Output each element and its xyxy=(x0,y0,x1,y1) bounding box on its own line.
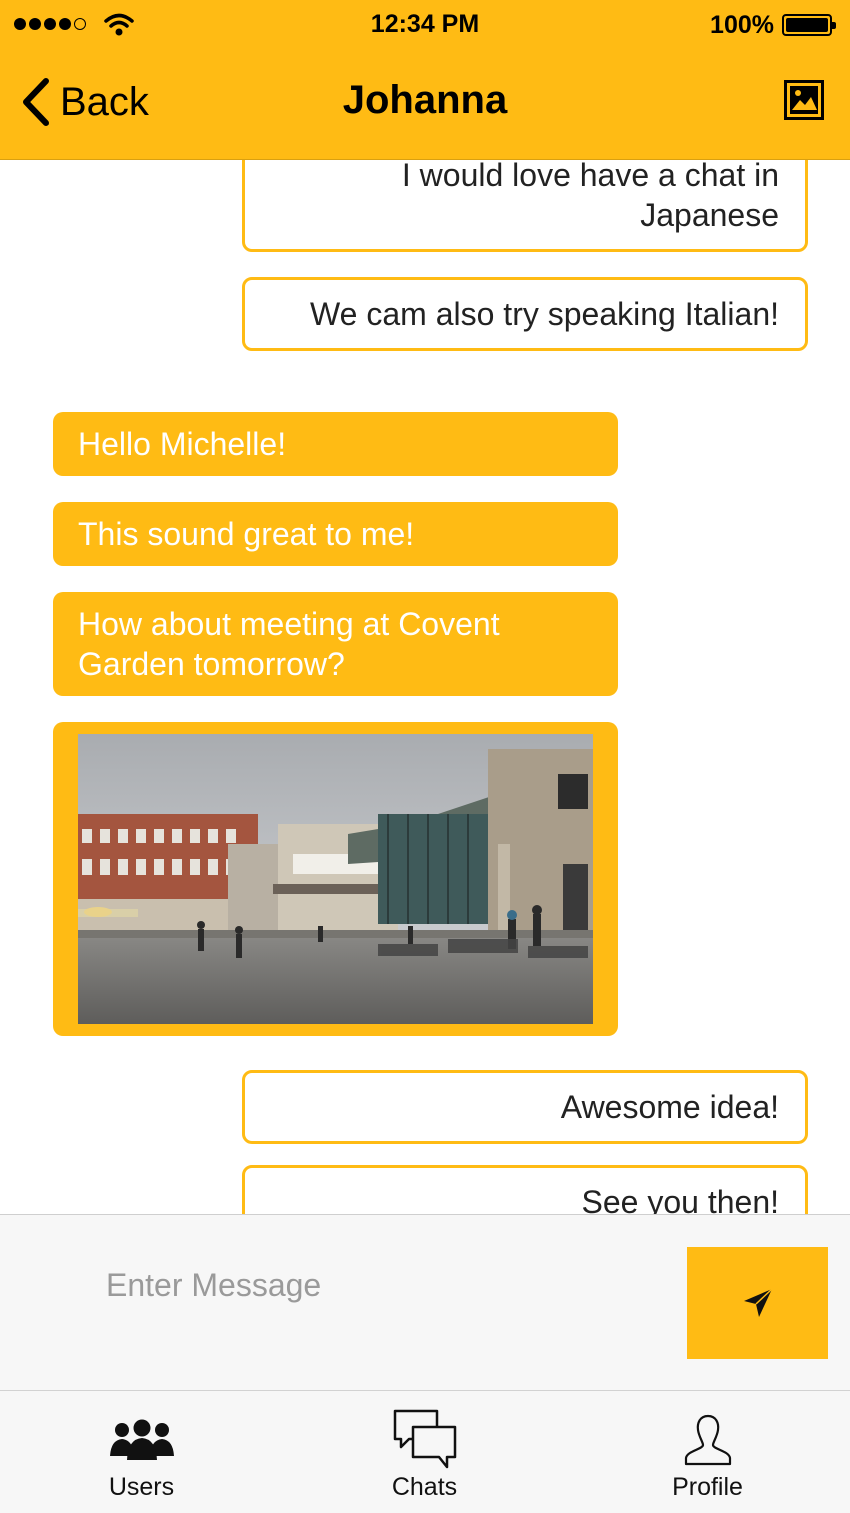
message-bubble-incoming: Hello Michelle! xyxy=(53,412,618,476)
image-icon xyxy=(784,80,824,120)
back-button[interactable]: Back xyxy=(20,74,149,130)
message-text: See you then! xyxy=(581,1184,779,1214)
message-bubble-outgoing: We cam also try speaking Italian! xyxy=(242,277,808,351)
tab-label: Users xyxy=(108,1473,175,1501)
message-bubble-incoming: This sound great to me! xyxy=(53,502,618,566)
chats-icon xyxy=(393,1409,456,1469)
send-button[interactable] xyxy=(687,1247,828,1359)
message-text: I would love have a chat in Japanese xyxy=(401,160,779,233)
status-bar: 12:34 PM 100% xyxy=(0,0,850,52)
tab-profile[interactable]: Profile xyxy=(566,1391,849,1513)
message-text: This sound great to me! xyxy=(78,516,415,552)
message-bubble-image[interactable] xyxy=(53,722,618,1036)
message-photo[interactable] xyxy=(78,734,593,1024)
chat-screen: 12:34 PM 100% Back Johanna I would love … xyxy=(0,0,850,1513)
tab-label: Chats xyxy=(391,1473,458,1501)
header: 12:34 PM 100% Back Johanna xyxy=(0,0,850,160)
message-list[interactable]: I would love have a chat in Japanese We … xyxy=(0,160,850,1214)
tab-bar: Users Chats Profile xyxy=(0,1390,850,1513)
profile-icon xyxy=(684,1414,731,1466)
message-bubble-outgoing: Awesome idea! xyxy=(242,1070,808,1144)
message-text: How about meeting at Covent Garden tomor… xyxy=(78,606,500,682)
send-icon xyxy=(743,1288,773,1317)
image-attach-button[interactable] xyxy=(784,80,824,120)
battery-percentage: 100% xyxy=(710,11,774,39)
tab-label: Profile xyxy=(672,1473,743,1501)
message-text: Awesome idea! xyxy=(560,1089,779,1125)
tab-users[interactable]: Users xyxy=(0,1391,283,1513)
navigation-bar: Back Johanna xyxy=(0,52,850,160)
message-composer xyxy=(0,1214,850,1390)
message-bubble-incoming: How about meeting at Covent Garden tomor… xyxy=(53,592,618,696)
message-text: We cam also try speaking Italian! xyxy=(310,296,779,332)
message-bubble-outgoing: See you then! xyxy=(242,1165,808,1214)
message-input[interactable] xyxy=(94,1255,654,1315)
message-text: Hello Michelle! xyxy=(78,426,287,462)
back-label: Back xyxy=(60,79,149,124)
chevron-left-icon xyxy=(23,78,49,126)
message-bubble-outgoing: I would love have a chat in Japanese xyxy=(242,160,808,252)
battery-icon xyxy=(782,14,836,36)
tab-chats[interactable]: Chats xyxy=(283,1391,566,1513)
users-icon xyxy=(109,1419,174,1460)
